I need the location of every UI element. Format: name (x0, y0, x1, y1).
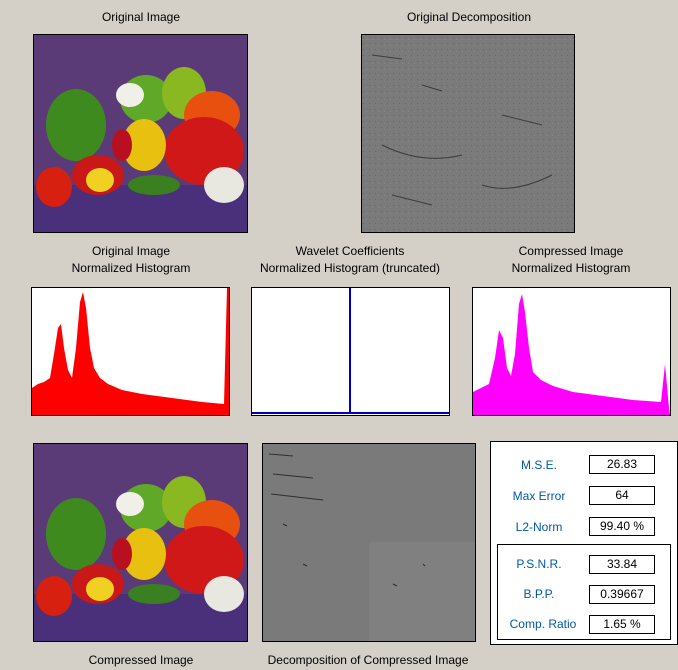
max-error-label: Max Error (512, 489, 566, 503)
hist-original-title-2: Normalized Histogram (71, 261, 191, 275)
hist-compressed-plot (473, 294, 670, 415)
mse-label: M.S.E. (520, 458, 557, 472)
l2-norm-label: L2-Norm (515, 520, 563, 534)
compressed-peppers-image (34, 444, 247, 641)
hist-wavelet-title-2: Normalized Histogram (truncated) (259, 261, 441, 275)
compressed-image (33, 443, 248, 642)
hist-compressed-title-2: Normalized Histogram (511, 261, 631, 275)
hist-compressed (472, 287, 671, 416)
psnr-group: P.S.N.R. 33.84 B.P.P. 0.39667 Comp. Rati… (497, 544, 671, 640)
wavelet-compression-figure: Original Image Original Decomposition Or… (0, 0, 678, 670)
hist-wavelet (251, 287, 450, 416)
psnr-label: P.S.N.R. (516, 557, 562, 571)
hist-wavelet-plot (252, 288, 449, 414)
max-error-value: 64 (589, 486, 655, 505)
hist-original-title-1: Original Image (91, 244, 171, 258)
decomposition-texture (362, 35, 574, 232)
peppers-image (34, 35, 247, 232)
original-image-title: Original Image (101, 10, 181, 24)
compressed-decomposition-texture (263, 444, 475, 641)
comp-ratio-value: 1.65 % (589, 615, 655, 634)
original-decomposition (361, 34, 575, 233)
original-image (33, 34, 248, 233)
l2-norm-value: 99.40 % (589, 517, 655, 536)
hist-original (31, 287, 230, 416)
bpp-label: B.P.P. (523, 587, 555, 601)
comp-ratio-label: Comp. Ratio (509, 617, 577, 631)
compressed-decomposition-title: Decomposition of Compressed Image (267, 653, 469, 667)
hist-original-plot (32, 288, 229, 415)
hist-wavelet-title-1: Wavelet Coefficients (295, 244, 405, 258)
psnr-value: 33.84 (589, 555, 655, 574)
compressed-decomposition (262, 443, 476, 642)
hist-compressed-title-1: Compressed Image (518, 244, 624, 258)
mse-value: 26.83 (589, 455, 655, 474)
original-decomposition-title: Original Decomposition (406, 10, 532, 24)
bpp-value: 0.39667 (589, 585, 655, 604)
stats-panel: M.S.E. 26.83 Max Error 64 L2-Norm 99.40 … (490, 441, 678, 645)
compressed-image-title: Compressed Image (88, 653, 194, 667)
